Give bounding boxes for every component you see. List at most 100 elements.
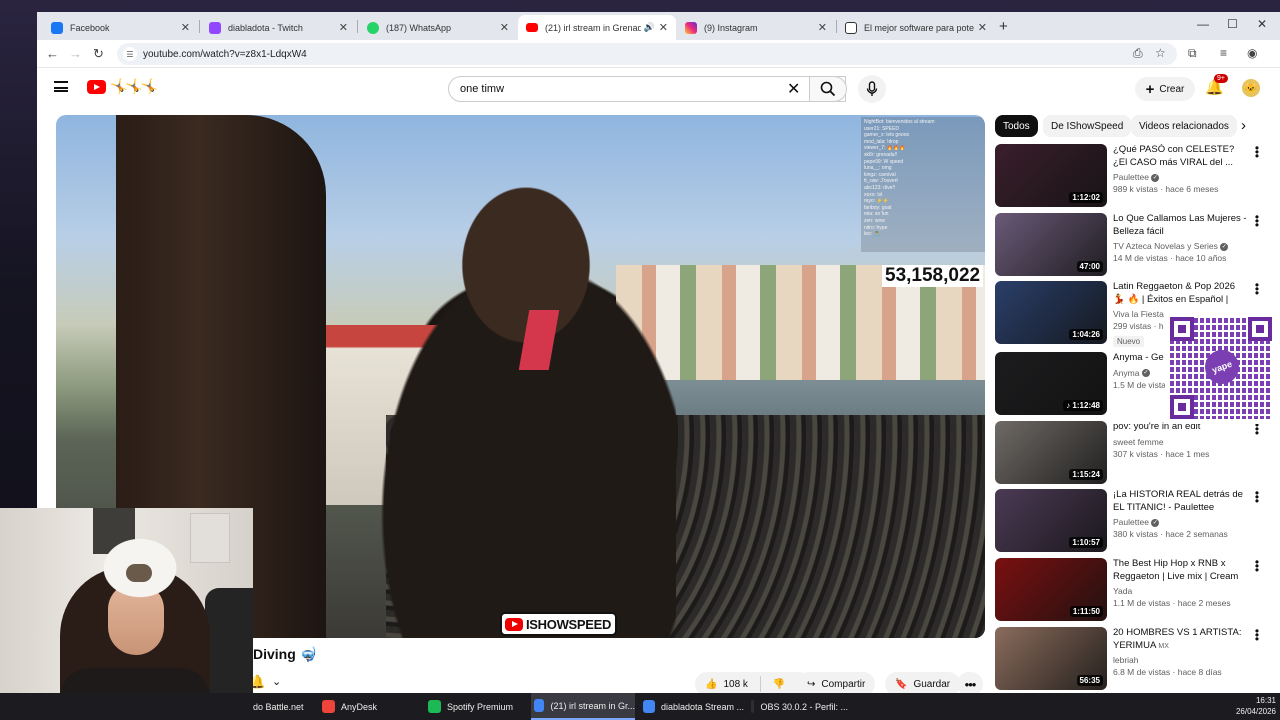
tab-strip: Facebook ✕ diabladota - Twitch ✕ (187) W… bbox=[37, 12, 1280, 40]
video-thumbnail[interactable]: 1:15:24 bbox=[995, 421, 1107, 484]
voice-search-button[interactable] bbox=[858, 75, 886, 103]
tab-youtube[interactable]: (21) irl stream in Grenada o 🔊 ✕ bbox=[518, 15, 676, 40]
dislike-icon[interactable]: 👎 bbox=[773, 679, 785, 690]
more-options-icon[interactable]: ••• bbox=[1253, 142, 1261, 162]
reload-icon[interactable]: ↻ bbox=[93, 46, 104, 62]
recommendation-title[interactable]: 20 HOMBRES VS 1 ARTISTA: YERIMUA MX bbox=[1113, 627, 1247, 652]
system-clock: 16:31 26/04/2026 bbox=[1232, 695, 1276, 717]
maximize-button[interactable]: ☐ bbox=[1227, 17, 1238, 31]
chip-de-ishowspeed[interactable]: De IShowSpeed bbox=[1043, 115, 1132, 137]
new-tab-button[interactable]: + bbox=[999, 18, 1008, 35]
video-thumbnail[interactable]: ♪ 1:12:48 bbox=[995, 352, 1107, 415]
close-icon[interactable]: ✕ bbox=[659, 21, 668, 34]
close-window-button[interactable]: ✕ bbox=[1257, 17, 1267, 31]
tab-facebook[interactable]: Facebook ✕ bbox=[43, 15, 198, 40]
taskbar-item[interactable]: (21) irl stream in Gr... bbox=[531, 693, 635, 720]
channel-name[interactable]: TV Azteca Novelas y Series ✓ bbox=[1113, 241, 1247, 251]
taskbar-item[interactable]: OBS 30.0.2 - Perfil: ... bbox=[748, 693, 848, 720]
channel-text: Paulettee bbox=[1113, 172, 1149, 182]
more-options-icon[interactable]: ••• bbox=[1253, 419, 1261, 439]
tab-software[interactable]: El mejor software para potencia ✕ bbox=[837, 15, 995, 40]
taskbar-item[interactable]: AnyDesk bbox=[319, 693, 419, 720]
chip-todos[interactable]: Todos bbox=[995, 115, 1038, 137]
tab-instagram[interactable]: (9) Instagram ✕ bbox=[677, 15, 835, 40]
more-options-icon[interactable]: ••• bbox=[1253, 556, 1261, 576]
create-button[interactable]: + Crear bbox=[1135, 77, 1195, 101]
chevron-down-icon[interactable]: ⌄ bbox=[272, 675, 281, 688]
more-options-icon[interactable]: ••• bbox=[1253, 279, 1261, 299]
video-thumbnail[interactable]: 56:35 bbox=[995, 627, 1107, 690]
channel-name[interactable]: Paulettee ✓ bbox=[1113, 172, 1247, 182]
close-icon[interactable]: ✕ bbox=[818, 21, 827, 34]
chat-message: user21: SPEED bbox=[864, 125, 900, 132]
video-duration: 47:00 bbox=[1076, 261, 1103, 272]
close-icon[interactable]: ✕ bbox=[978, 21, 987, 34]
more-options-icon[interactable]: ••• bbox=[1253, 211, 1261, 231]
back-icon[interactable]: ← bbox=[46, 46, 59, 61]
tab-whatsapp[interactable]: (187) WhatsApp ✕ bbox=[359, 15, 517, 40]
channel-name[interactable]: Yada bbox=[1113, 586, 1247, 596]
clock-time: 16:31 bbox=[1255, 696, 1276, 705]
more-options-icon[interactable]: ••• bbox=[1253, 625, 1261, 645]
close-icon[interactable]: ✕ bbox=[339, 21, 348, 34]
extensions-icon[interactable]: ⧉ bbox=[1188, 46, 1197, 61]
youtube-logo[interactable] bbox=[87, 80, 106, 94]
chip-videos-relacionados[interactable]: Videos relacionados bbox=[1131, 115, 1237, 137]
menu-icon[interactable] bbox=[54, 81, 68, 92]
share-button[interactable]: ↪ Compartir bbox=[797, 672, 876, 693]
speaker-icon[interactable]: 🔊 bbox=[644, 22, 655, 33]
video-thumbnail[interactable]: 1:11:50 bbox=[995, 558, 1107, 621]
video-meta: 380 k vistas · hace 2 semanas bbox=[1113, 529, 1228, 539]
title-text: ¡La HISTORIA REAL detrás de EL TITANIC! … bbox=[1113, 489, 1243, 513]
recommendation-title[interactable]: ¿Qué PASÓ con CELESTE? ¿El CASO más VIRA… bbox=[1113, 144, 1247, 169]
recommendation-item[interactable]: 1:10:57 ¡La HISTORIA REAL detrás de EL TI… bbox=[995, 487, 1265, 553]
more-actions-button[interactable]: ••• bbox=[957, 672, 983, 693]
taskbar-item[interactable]: diabladota Stream ... bbox=[640, 693, 744, 720]
recommendation-title[interactable]: ¡La HISTORIA REAL detrás de EL TITANIC! … bbox=[1113, 489, 1247, 514]
chevron-right-icon[interactable]: › bbox=[1241, 117, 1246, 134]
forward-icon[interactable]: → bbox=[69, 46, 82, 61]
save-button[interactable]: 🔖 Guardar bbox=[885, 672, 961, 693]
channel-name[interactable]: sweet femme bbox=[1113, 437, 1247, 447]
like-count[interactable]: 108 k bbox=[723, 679, 747, 690]
avatar[interactable]: 🐱 bbox=[1242, 79, 1260, 97]
install-icon[interactable]: ⎙ bbox=[1133, 46, 1143, 61]
search-button[interactable] bbox=[809, 76, 847, 102]
recommendation-item[interactable]: 1:15:24 pov: you're in an edit sweet femme… bbox=[995, 419, 1265, 485]
channel-name[interactable]: lebriah bbox=[1113, 655, 1247, 665]
taskbar-label: (21) irl stream in Gr... bbox=[550, 700, 635, 711]
like-icon[interactable]: 👍 bbox=[705, 679, 717, 690]
recommendation-title[interactable]: The Best Hip Hop x RNB x Reggaeton | Liv… bbox=[1113, 558, 1247, 583]
recommendation-item[interactable]: 1:11:50 The Best Hip Hop x RNB x Reggaeto… bbox=[995, 556, 1265, 622]
recommendation-item[interactable]: 1:12:02 ¿Qué PASÓ con CELESTE? ¿El CASO m… bbox=[995, 142, 1265, 208]
tab-twitch[interactable]: diabladota - Twitch ✕ bbox=[201, 15, 356, 40]
close-icon[interactable]: ✕ bbox=[500, 21, 509, 34]
bookmark-star-icon[interactable]: ☆ bbox=[1155, 46, 1166, 60]
minimize-button[interactable]: — bbox=[1197, 17, 1209, 31]
taskbar-item[interactable]: do Battle.net bbox=[253, 693, 313, 720]
chip-label: Todos bbox=[1003, 120, 1030, 132]
media-control-icon[interactable]: ≡ bbox=[1220, 46, 1227, 60]
chat-message: NightBot: bienvenidos al stream bbox=[864, 119, 935, 125]
video-thumbnail[interactable]: 47:00 bbox=[995, 213, 1107, 276]
video-thumbnail[interactable]: 1:12:02 bbox=[995, 144, 1107, 207]
address-bar[interactable]: ☰ youtube.com/watch?v=z8x1-LdqxW4 bbox=[117, 43, 1177, 65]
recommendation-title[interactable]: Latin Reggaeton & Pop 2026 💃 🔥 | Éxitos … bbox=[1113, 281, 1247, 306]
clear-search-icon[interactable]: ✕ bbox=[787, 79, 800, 99]
site-info-icon[interactable]: ☰ bbox=[123, 47, 137, 61]
recommendation-title[interactable]: Lo Que Callamos Las Mujeres - Belleza fá… bbox=[1113, 213, 1247, 238]
recommendation-item[interactable]: 47:00 Lo Que Callamos Las Mujeres - Belle… bbox=[995, 211, 1265, 277]
taskbar-item[interactable]: Spotify Premium bbox=[425, 693, 525, 720]
notification-badge: 9+ bbox=[1214, 74, 1228, 83]
video-thumbnail[interactable]: 1:10:57 bbox=[995, 489, 1107, 552]
chat-message: mia: so fun bbox=[864, 211, 889, 218]
more-options-icon[interactable]: ••• bbox=[1253, 487, 1261, 507]
profile-icon[interactable]: ◉ bbox=[1247, 46, 1257, 60]
video-thumbnail[interactable]: 1:04:26 bbox=[995, 281, 1107, 344]
channel-name[interactable]: Paulettee ✓ bbox=[1113, 517, 1247, 527]
video-meta: 1.1 M de vistas · hace 2 meses bbox=[1113, 598, 1231, 608]
recommendation-info: ¿Qué PASÓ con CELESTE? ¿El CASO más VIRA… bbox=[1113, 144, 1247, 194]
recommendation-item[interactable]: 56:35 20 HOMBRES VS 1 ARTISTA: YERIMUA MX… bbox=[995, 625, 1265, 691]
close-icon[interactable]: ✕ bbox=[181, 21, 190, 34]
watermark-text: ISHOWSPEED bbox=[526, 616, 612, 632]
